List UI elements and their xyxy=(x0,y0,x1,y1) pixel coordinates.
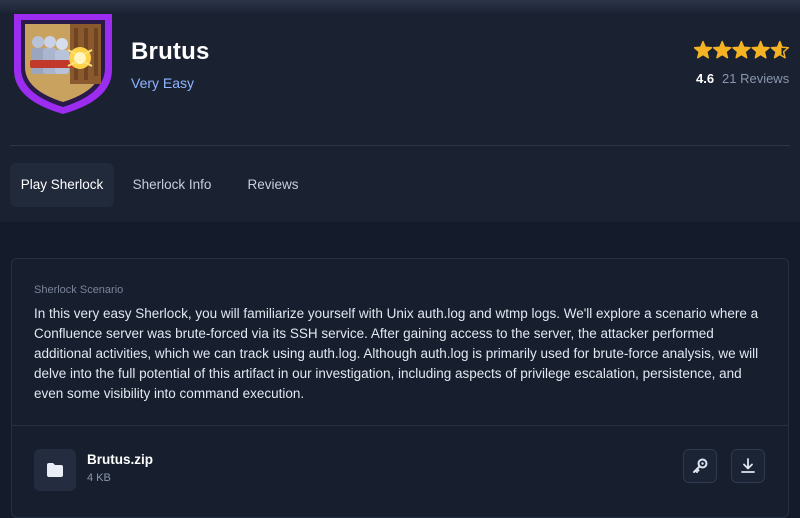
download-button[interactable] xyxy=(731,449,765,483)
scenario-card: Sherlock Scenario In this very easy Sher… xyxy=(11,258,789,518)
star-icon xyxy=(751,40,770,59)
tab-play-sherlock[interactable]: Play Sherlock xyxy=(10,163,114,207)
header-divider xyxy=(10,145,790,146)
download-icon xyxy=(741,458,755,473)
card-divider xyxy=(12,425,788,426)
rating-score: 4.6 xyxy=(696,71,715,86)
folder-icon xyxy=(47,463,63,477)
file-icon-tile xyxy=(34,449,76,491)
password-key-button[interactable] xyxy=(683,449,717,483)
star-icon xyxy=(694,40,713,59)
star-icon xyxy=(770,40,790,59)
file-size: 4 KB xyxy=(87,472,111,484)
challenge-header: Brutus Very Easy 4.6 21 Reviews Play She… xyxy=(0,0,800,222)
difficulty-label: Very Easy xyxy=(131,75,195,91)
tab-sherlock-info[interactable]: Sherlock Info xyxy=(122,163,222,207)
key-icon xyxy=(693,458,708,473)
reviews-count-link[interactable]: 21 Reviews xyxy=(722,71,789,86)
tab-reviews[interactable]: Reviews xyxy=(236,163,310,207)
star-rating xyxy=(694,40,790,59)
challenge-title: Brutus xyxy=(131,38,210,65)
scenario-text: In this very easy Sherlock, you will fam… xyxy=(34,306,759,401)
file-name[interactable]: Brutus.zip xyxy=(87,452,153,467)
sherlock-badge-icon xyxy=(14,14,112,114)
star-icon xyxy=(732,40,751,59)
top-glow xyxy=(0,0,800,14)
star-icon xyxy=(712,40,732,59)
scenario-label: Sherlock Scenario xyxy=(34,284,124,296)
